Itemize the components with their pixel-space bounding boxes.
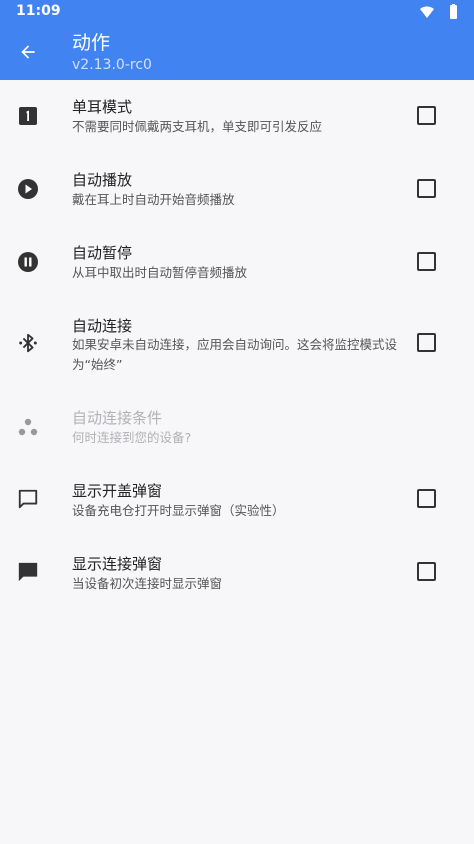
auto-connect-checkbox[interactable] xyxy=(417,333,436,352)
lid-popup-checkbox[interactable] xyxy=(417,489,436,508)
setting-title: 显示连接弹窗 xyxy=(72,555,163,573)
setting-subtitle: 戴在耳上时自动开始音频播放 xyxy=(72,192,235,207)
setting-lid-popup[interactable]: 显示开盖弹窗 设备充电仓打开时显示弹窗（实验性） xyxy=(0,464,474,537)
setting-title: 自动播放 xyxy=(72,171,133,189)
auto-play-checkbox[interactable] xyxy=(417,179,436,198)
setting-auto-connect-conditions[interactable]: 自动连接条件 何时连接到您的设备? xyxy=(0,392,474,464)
pause-circle-icon xyxy=(16,250,40,274)
page-title: 动作 xyxy=(72,32,111,54)
status-bar: 11:09 xyxy=(0,0,474,24)
setting-title: 自动暂停 xyxy=(72,244,133,262)
setting-subtitle: 当设备初次连接时显示弹窗 xyxy=(72,576,223,591)
setting-subtitle: 不需要同时佩戴两支耳机，单支即可引发反应 xyxy=(72,119,323,134)
setting-single-ear[interactable]: 单耳模式 不需要同时佩戴两支耳机，单支即可引发反应 xyxy=(0,80,474,153)
setting-subtitle: 从耳中取出时自动暂停音频播放 xyxy=(72,265,248,280)
bluetooth-searching-icon xyxy=(16,331,40,355)
back-button[interactable] xyxy=(10,34,46,70)
setting-title: 单耳模式 xyxy=(72,98,133,116)
setting-auto-play[interactable]: 自动播放 戴在耳上时自动开始音频播放 xyxy=(0,153,474,226)
battery-icon xyxy=(450,5,457,19)
one-ear-icon xyxy=(16,104,40,128)
setting-subtitle: 何时连接到您的设备? xyxy=(72,430,192,445)
play-circle-icon xyxy=(16,177,40,201)
version-subtitle: v2.13.0-rc0 xyxy=(72,57,152,73)
arrow-back-icon xyxy=(21,45,35,59)
setting-connect-popup[interactable]: 显示连接弹窗 当设备初次连接时显示弹窗 xyxy=(0,537,474,610)
chat-outline-icon xyxy=(16,487,40,511)
setting-subtitle: 如果安卓未自动连接，应用会自动询问。这会将监控模式设为“始终” xyxy=(72,337,398,372)
setting-title: 自动连接条件 xyxy=(72,409,163,427)
app-bar: 动作 v2.13.0-rc0 xyxy=(0,24,474,80)
setting-subtitle: 设备充电仓打开时显示弹窗（实验性） xyxy=(72,503,285,518)
wifi-icon xyxy=(420,6,434,18)
dots-cluster-icon xyxy=(16,415,40,439)
status-icons xyxy=(420,4,460,20)
status-time: 11:09 xyxy=(16,3,61,19)
setting-auto-connect[interactable]: 自动连接 如果安卓未自动连接，应用会自动询问。这会将监控模式设为“始终” xyxy=(0,299,474,392)
single-ear-checkbox[interactable] xyxy=(417,106,436,125)
setting-auto-pause[interactable]: 自动暂停 从耳中取出时自动暂停音频播放 xyxy=(0,226,474,299)
setting-title: 显示开盖弹窗 xyxy=(72,482,163,500)
auto-pause-checkbox[interactable] xyxy=(417,252,436,271)
connect-popup-checkbox[interactable] xyxy=(417,562,436,581)
setting-title: 自动连接 xyxy=(72,317,133,335)
chat-filled-icon xyxy=(16,560,40,584)
